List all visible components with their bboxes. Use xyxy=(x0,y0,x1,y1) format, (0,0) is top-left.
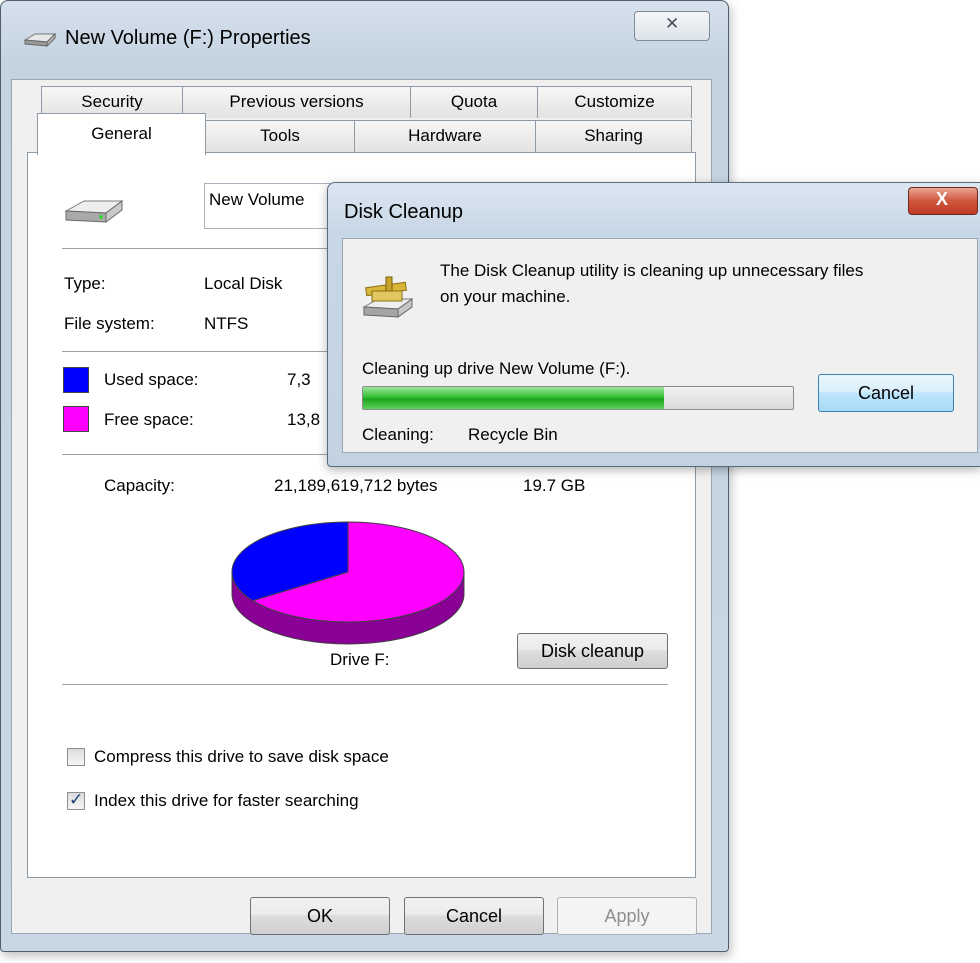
free-space-swatch xyxy=(63,406,89,432)
checkmark-icon: ✓ xyxy=(69,790,84,809)
used-space-value: 7,3 xyxy=(287,370,311,389)
file-system-value: NTFS xyxy=(204,314,249,333)
hard-drive-icon xyxy=(62,195,126,234)
disk-cleanup-button[interactable]: Disk cleanup xyxy=(517,633,668,669)
close-icon: X xyxy=(936,189,949,209)
tab-label: Quota xyxy=(450,92,498,111)
type-value: Local Disk xyxy=(204,274,283,293)
free-space-value: 13,8 xyxy=(287,410,321,429)
ok-button[interactable]: OK xyxy=(250,897,390,935)
compress-checkbox[interactable] xyxy=(67,748,85,766)
drive-caption: Drive F: xyxy=(330,650,390,669)
type-label: Type: xyxy=(64,274,106,293)
tab-hardware[interactable]: Hardware xyxy=(354,120,536,152)
tab-sharing[interactable]: Sharing xyxy=(535,120,692,152)
tab-tools[interactable]: Tools xyxy=(205,120,355,152)
tab-label: Security xyxy=(81,92,143,111)
cancel-button[interactable]: Cancel xyxy=(404,897,544,935)
capacity-label: Capacity: xyxy=(104,476,175,495)
tab-general[interactable]: General xyxy=(37,113,206,155)
capacity-bytes: 21,189,619,712 bytes xyxy=(274,476,438,495)
free-space-label: Free space: xyxy=(104,410,194,429)
index-checkbox[interactable]: ✓ xyxy=(67,790,85,810)
close-button[interactable]: X xyxy=(908,187,978,215)
capacity-gb: 19.7 GB xyxy=(523,476,586,495)
compress-label[interactable]: Compress this drive to save disk space xyxy=(94,747,389,767)
tab-label: Hardware xyxy=(408,126,482,145)
used-space-swatch xyxy=(63,367,89,393)
tab-label: Customize xyxy=(574,92,655,111)
progress-fill xyxy=(363,387,664,409)
disk-cleanup-icon xyxy=(360,271,416,332)
window-title: Disk Cleanup xyxy=(344,201,463,223)
tab-customize[interactable]: Customize xyxy=(537,86,692,118)
tab-label: General xyxy=(91,124,152,143)
disk-usage-pie-chart xyxy=(231,521,465,645)
apply-button: Apply xyxy=(557,897,697,935)
volume-label-value: New Volume xyxy=(209,190,305,209)
used-space-label: Used space: xyxy=(104,370,199,389)
cleanup-message: The Disk Cleanup utility is cleaning up … xyxy=(440,261,864,280)
tab-label: Sharing xyxy=(584,126,643,145)
cleaning-item: Recycle Bin xyxy=(468,425,558,444)
window-title: New Volume (F:) Properties xyxy=(65,27,311,49)
file-system-label: File system: xyxy=(64,314,155,333)
cleaning-label: Cleaning: xyxy=(362,425,434,444)
disk-cleanup-window: Disk Cleanup X The Disk Cleanup utility … xyxy=(327,182,980,467)
tab-previous-versions[interactable]: Previous versions xyxy=(182,86,411,118)
tab-quota[interactable]: Quota xyxy=(410,86,538,118)
divider xyxy=(62,684,668,685)
index-label[interactable]: Index this drive for faster searching xyxy=(94,791,359,811)
cleanup-progress-bar xyxy=(362,386,794,410)
tab-label: Previous versions xyxy=(229,92,364,111)
cleanup-message-line2: on your machine. xyxy=(440,287,571,306)
tab-label: Tools xyxy=(260,126,300,145)
drive-icon xyxy=(23,31,57,54)
cleanup-status: Cleaning up drive New Volume (F:). xyxy=(362,359,631,378)
cleanup-cancel-button[interactable]: Cancel xyxy=(818,374,954,412)
close-icon: ✕ xyxy=(665,14,680,33)
close-button[interactable]: ✕ xyxy=(634,11,710,41)
